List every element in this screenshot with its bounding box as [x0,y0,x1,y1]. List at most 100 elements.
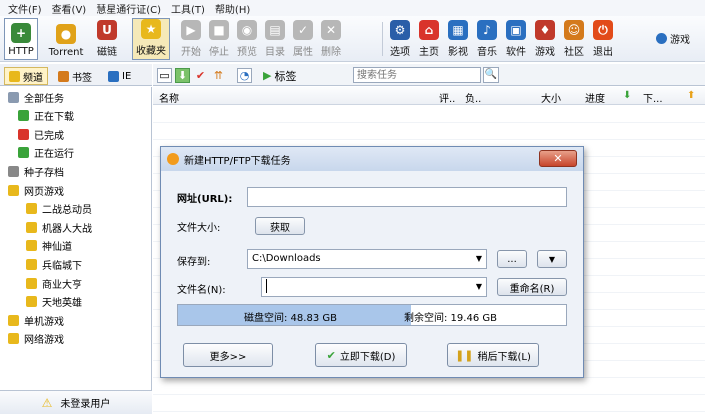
run-icon[interactable]: ⇈ [211,68,226,83]
tree-item-label: 商业大亨 [42,279,82,291]
toolbar-http-add-button[interactable]: + HTTP [4,18,38,60]
toolbar-preview-button[interactable]: ◉ 预览 [234,18,260,60]
start-icon: ▶ [181,20,201,40]
toolbar-label: HTTP [8,46,34,57]
tree-item-5[interactable]: 网页游戏 [8,182,64,198]
toolbar-label: 预览 [237,47,257,58]
tree-item-3[interactable]: 正在运行 [18,145,74,161]
menu-item-3[interactable]: 工具(T) [171,1,205,16]
download-now-button[interactable]: ✔ 立即下载(D) [315,343,407,367]
pause-icon: ❚❚ [455,348,474,362]
browse-button[interactable]: ... [497,250,527,268]
tree-item-label: 机器人大战 [42,223,92,235]
chevron-down-icon: ▼ [548,254,556,264]
tree-item-6[interactable]: 二战总动员 [26,201,92,217]
music-icon: ♪ [477,20,497,40]
tree-item-label: 种子存档 [24,167,64,179]
game-item-icon [26,203,37,215]
new-download-dialog: 新建HTTP/FTP下载任务 ✕ 网址(URL): 文件大小: 获取 保存到: … [160,146,584,378]
toolbar-label: 游戏 [535,47,555,58]
search-icon[interactable]: 🔍 [483,67,499,83]
tag-button[interactable]: ▶ 标签 [261,68,296,83]
delete-icon: ✕ [321,20,341,40]
tree-item-9[interactable]: 兵临城下 [26,256,82,272]
url-label: 网址(URL): [177,194,233,205]
tree-item-label: 天地英雄 [42,298,82,310]
login-button[interactable]: ⚠ 未登录用户 [0,390,152,414]
toolbar-torrent-button[interactable]: ● Torrent [42,18,90,60]
save-path-select[interactable]: C:\Downloads ▼ [247,249,487,269]
toolbar-home-button[interactable]: ⌂ 主页 [415,18,443,60]
toolbar-label: 退出 [593,47,613,58]
toolbar-software-button[interactable]: ▣ 软件 [502,18,530,60]
more-button[interactable]: 更多>> [183,343,273,367]
check-icon[interactable]: ✔ [193,68,208,83]
tree-item-8[interactable]: 神仙道 [26,238,72,254]
filename-input[interactable]: ▼ [261,277,487,297]
column-header-1[interactable]: 评.. [439,90,455,105]
disk-space-label: 磁盘空间: 48.83 GB [244,313,337,324]
tree-item-label: 全部任务 [24,93,64,105]
tree-item-11[interactable]: 天地英雄 [26,294,82,310]
toolbar-music-button[interactable]: ♪ 音乐 [473,18,501,60]
new-task-icon[interactable]: ▭ [157,68,172,83]
magnet-icon: U [97,20,117,40]
tree-item-2[interactable]: 已完成 [18,126,64,142]
fetch-button[interactable]: 获取 [255,217,305,235]
toolbar-magnet-button[interactable]: U 磁链 [92,18,122,60]
toolbar-star-button[interactable]: ★ 收藏夹 [132,18,170,60]
toolbar-stop-button[interactable]: ■ 停止 [206,18,232,60]
tab-2[interactable]: IE [104,67,135,85]
tree-item-4[interactable]: 种子存档 [8,163,64,179]
schedule-icon[interactable]: ◔ [237,68,252,83]
column-header-2[interactable]: 负.. [465,90,481,105]
home-icon: ⌂ [419,20,439,40]
toolbar-label: 属性 [293,47,313,58]
single-game-folder-icon [8,314,19,326]
game-icon: ♦ [535,20,555,40]
close-icon[interactable]: ✕ [539,150,577,167]
bookmark-icon [58,70,69,82]
toolbar-game-button[interactable]: ♦ 游戏 [531,18,559,60]
filename-label: 文件名(N): [177,285,226,296]
tree-item-10[interactable]: 商业大亨 [26,275,82,291]
column-header-4[interactable]: 进度 [585,90,605,105]
toolbar-overflow-button[interactable]: 游戏 [656,18,702,60]
tree-item-13[interactable]: 网络游戏 [8,331,64,347]
toolbar-community-button[interactable]: ☺ 社区 [560,18,588,60]
toolbar-properties-button[interactable]: ✓ 属性 [290,18,316,60]
column-header-5[interactable]: 下... [643,90,663,105]
rename-button[interactable]: 重命名(R) [497,278,567,296]
path-options-button[interactable]: ▼ [537,250,567,268]
menu-item-4[interactable]: 帮助(H) [215,1,250,16]
toolbar-options-button[interactable]: ⚙ 选项 [386,18,414,60]
game-item-icon [26,296,37,308]
download-later-button[interactable]: ❚❚ 稍后下载(L) [447,343,539,367]
toolbar-exit-button[interactable]: ⏻ 退出 [589,18,617,60]
url-input[interactable] [247,187,567,207]
toolbar-start-button[interactable]: ▶ 开始 [178,18,204,60]
column-header-3[interactable]: 大小 [541,90,561,105]
tree-item-0[interactable]: 全部任务 [8,89,64,105]
toolbar-delete-button[interactable]: ✕ 删除 [318,18,344,60]
menu-item-0[interactable]: 文件(F) [8,1,42,16]
toolbar-folder-button[interactable]: ▤ 目录 [262,18,288,60]
menu-item-1[interactable]: 查看(V) [52,1,87,16]
dialog-title-bar[interactable]: 新建HTTP/FTP下载任务 [161,147,583,171]
tree-item-12[interactable]: 单机游戏 [8,312,64,328]
tree-item-7[interactable]: 机器人大战 [26,219,92,235]
torrent-icon: ● [56,24,76,44]
all-tasks-icon [8,91,19,103]
tab-0[interactable]: 频道 [4,67,48,85]
toolbar-video-button[interactable]: ▦ 影视 [444,18,472,60]
column-header-0[interactable]: 名称 [159,90,179,105]
chevron-down-icon: ▼ [475,282,482,291]
tree-item-1[interactable]: 正在下载 [18,108,74,124]
download-arrow-icon[interactable]: ⬇ [175,68,190,83]
sidebar-tabs: 频道 书签 IE [0,64,152,86]
tab-1[interactable]: 书签 [54,67,96,85]
search-input[interactable] [353,67,481,83]
menu-item-2[interactable]: 慧星通行证(C) [96,1,161,16]
preview-icon: ◉ [237,20,257,40]
channel-star-icon [9,70,20,82]
